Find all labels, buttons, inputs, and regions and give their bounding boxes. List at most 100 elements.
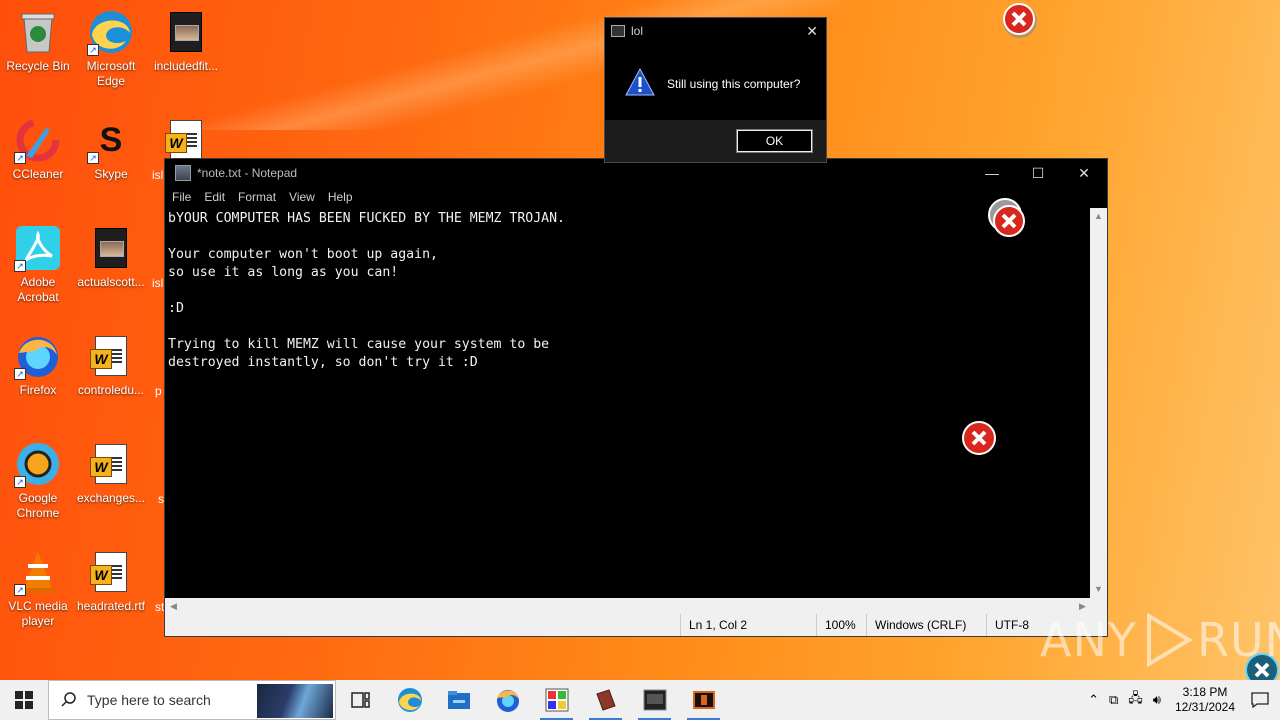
status-line-ending: Windows (CRLF) [866, 614, 986, 636]
taskbar-firefox[interactable] [483, 680, 532, 720]
desktop-icon-controledu[interactable]: W controledu... [73, 332, 149, 398]
taskbar-file-explorer[interactable] [434, 680, 483, 720]
maximize-button[interactable]: ☐ [1015, 159, 1061, 187]
desktop-icon-label: isl [152, 168, 164, 182]
ok-button[interactable]: OK [736, 129, 813, 153]
text-editor-area[interactable]: bYOUR COMPUTER HAS BEEN FUCKED BY THE ME… [165, 208, 1091, 598]
desktop-icon-firefox[interactable]: ↗ Firefox [0, 332, 76, 398]
desktop-icon-chrome[interactable]: ↗ Google Chrome [0, 440, 76, 521]
clock[interactable]: 3:18 PM 12/31/2024 [1170, 685, 1240, 715]
dialog-title-bar[interactable]: lol ✕ [605, 18, 826, 44]
clock-date: 12/31/2024 [1174, 700, 1236, 714]
skype-icon: S ↗ [87, 116, 135, 164]
menu-bar: File Edit Format View Help [165, 187, 1107, 207]
desktop-icon-exchanges[interactable]: W exchanges... [73, 440, 149, 506]
terminal-icon [643, 689, 666, 711]
scroll-up-arrow-icon[interactable]: ▲ [1090, 208, 1107, 225]
desktop-icon-label: Adobe Acrobat [17, 275, 59, 304]
desktop-icon-vlc[interactable]: ↗ VLC media player [0, 548, 76, 629]
vlc-icon: ↗ [14, 548, 62, 596]
word-doc-icon: W [87, 332, 135, 380]
status-zoom: 100% [816, 614, 866, 636]
task-view-button[interactable] [336, 680, 385, 720]
taskbar-search-box[interactable]: Type here to search [48, 680, 336, 720]
scroll-left-arrow-icon[interactable]: ◀ [165, 598, 182, 615]
message-dialog[interactable]: lol ✕ Still using this computer? OK [604, 17, 827, 163]
dialog-footer: OK [605, 120, 826, 162]
notification-icon [1251, 692, 1269, 708]
status-cursor-position: Ln 1, Col 2 [680, 614, 816, 636]
start-button[interactable] [0, 680, 48, 720]
warning-icon [625, 67, 655, 99]
desktop-icon-label: CCleaner [12, 167, 64, 181]
horizontal-scrollbar[interactable]: ◀ ▶ [165, 598, 1091, 615]
ccleaner-icon: ↗ [14, 116, 62, 164]
system-tray: ⌃ ⧉ 🖧 🔊︎ 3:18 PM 12/31/2024 [1083, 680, 1280, 720]
notepad-title: *note.txt - Notepad [197, 166, 298, 180]
dialog-app-icon [611, 25, 625, 37]
search-placeholder: Type here to search [87, 692, 211, 708]
winrar-icon [595, 689, 616, 711]
desktop-icon-label: isl [152, 276, 164, 290]
taskbar-edge[interactable] [385, 680, 434, 720]
menu-help[interactable]: Help [328, 190, 353, 204]
firefox-icon [496, 690, 519, 712]
desktop-icon-acrobat[interactable]: ↗ Adobe Acrobat [0, 224, 76, 305]
play-logo-icon [1146, 612, 1193, 668]
notepad-window[interactable]: *note.txt - Notepad — ☐ ✕ File Edit Form… [164, 158, 1108, 637]
desktop-icon-ccleaner[interactable]: ↗ CCleaner [0, 116, 76, 182]
desktop-icon-label: exchanges... [76, 491, 146, 505]
edge-icon [397, 688, 422, 712]
desktop-icon-label: st [155, 600, 165, 614]
show-hidden-icons-icon[interactable]: ⌃ [1088, 692, 1099, 708]
desktop-icon-label: Microsoft Edge [86, 59, 136, 88]
desktop-icon-label: Google Chrome [16, 491, 60, 520]
word-doc-icon: W [87, 548, 135, 596]
minimize-button[interactable]: — [969, 159, 1015, 187]
dialog-close-button[interactable]: ✕ [806, 23, 818, 40]
scroll-down-arrow-icon[interactable]: ▼ [1090, 581, 1107, 598]
error-icon [961, 420, 999, 461]
desktop-icon-skype[interactable]: S ↗ Skype [73, 116, 149, 182]
desktop-icon-label: Recycle Bin [6, 59, 70, 73]
desktop-icon-label: headrated.rtf [76, 599, 146, 613]
network-status-icon[interactable]: ⧉ [1109, 692, 1118, 708]
recycle-bin-icon [14, 8, 62, 56]
notepad-title-bar[interactable]: *note.txt - Notepad — ☐ ✕ [165, 159, 1107, 187]
acrobat-icon: ↗ [14, 224, 62, 272]
vertical-scrollbar[interactable]: ▲ ▼ [1090, 208, 1107, 598]
volume-icon[interactable]: 🔊︎ [1153, 692, 1161, 708]
dialog-title: lol [631, 24, 644, 38]
search-highlight-image [257, 684, 333, 718]
ethernet-icon[interactable]: 🖧 [1128, 689, 1143, 711]
taskbar-winrar[interactable] [581, 680, 630, 720]
firefox-icon: ↗ [14, 332, 62, 380]
taskbar-paint[interactable] [532, 680, 581, 720]
notification-button[interactable] [1240, 680, 1280, 720]
chrome-icon: ↗ [14, 440, 62, 488]
desktop-icon-actualscott[interactable]: actualscott... [73, 224, 149, 290]
desktop-icon-includedfit[interactable]: includedfit... [148, 8, 224, 74]
file-explorer-icon [447, 691, 470, 709]
taskbar-terminal[interactable] [630, 680, 679, 720]
desktop-icon-label: actualscott... [77, 275, 145, 289]
desktop-icon-headrated[interactable]: W headrated.rtf [73, 548, 149, 614]
task-view-icon [350, 692, 370, 708]
search-icon [61, 691, 77, 710]
taskbar-memz[interactable] [679, 680, 728, 720]
desktop-icon-recycle-bin[interactable]: Recycle Bin [0, 8, 76, 74]
error-icon [999, 2, 1041, 45]
menu-format[interactable]: Format [238, 190, 276, 204]
menu-view[interactable]: View [289, 190, 315, 204]
close-button[interactable]: ✕ [1061, 159, 1107, 187]
clock-time: 3:18 PM [1182, 685, 1228, 699]
menu-file[interactable]: File [172, 190, 191, 204]
anyrun-watermark: ANY RUN [1040, 610, 1280, 670]
desktop-icon-label: p [155, 384, 162, 398]
desktop-icon-label: includedfit... [153, 59, 219, 73]
desktop-icon-label: VLC media player [8, 599, 68, 628]
dialog-message: Still using this computer? [667, 76, 801, 91]
menu-edit[interactable]: Edit [204, 190, 225, 204]
status-bar: Ln 1, Col 2 100% Windows (CRLF) UTF-8 [165, 614, 1107, 636]
desktop-icon-edge[interactable]: ↗ Microsoft Edge [73, 8, 149, 89]
